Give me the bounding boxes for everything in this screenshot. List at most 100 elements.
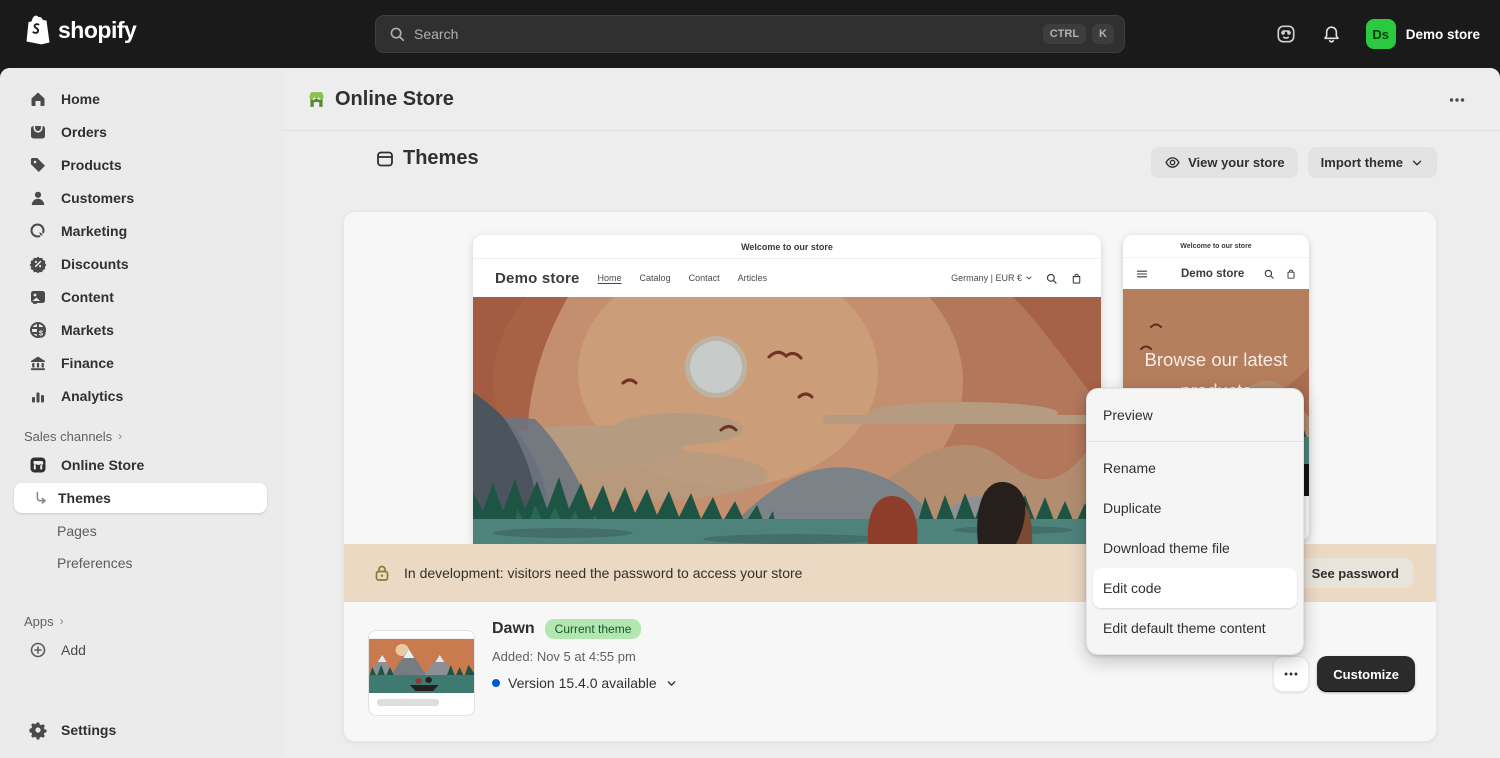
main-area: Online Store Themes View your store Im (282, 68, 1500, 758)
sidebar-item-content[interactable]: Content (0, 280, 282, 313)
products-tag-icon (28, 155, 48, 175)
lock-icon (372, 563, 392, 583)
menu-item-duplicate[interactable]: Duplicate (1093, 488, 1297, 528)
chevron-right-icon: › (118, 429, 122, 443)
chevron-down-icon (665, 677, 678, 690)
hero-illustration (473, 297, 1101, 544)
preview-store-name: Demo store (1181, 268, 1244, 280)
menu-item-preview[interactable]: Preview (1093, 395, 1297, 435)
discounts-icon (28, 254, 48, 274)
sidebar-item-customers[interactable]: Customers (0, 181, 282, 214)
chevron-right-icon: › (60, 614, 64, 628)
menu-item-download-theme-file[interactable]: Download theme file (1093, 528, 1297, 568)
preview-nav-links: Home Catalog Contact Articles (598, 273, 768, 283)
shopify-admin: shopify CTRL K (0, 0, 1500, 758)
store-name-label: Demo store (1406, 27, 1480, 42)
sidebar-item-preferences[interactable]: Preferences (0, 547, 282, 579)
announcement-bar: Welcome to our store (473, 235, 1101, 259)
search-icon (1045, 272, 1058, 285)
notifications-bell-icon[interactable] (1320, 22, 1344, 46)
sidebar-item-finance[interactable]: Finance (0, 346, 282, 379)
import-theme-button[interactable]: Import theme (1308, 147, 1437, 178)
shopify-logo[interactable]: shopify (24, 14, 136, 46)
view-your-store-button[interactable]: View your store (1151, 147, 1298, 178)
preview-nav-icons (1263, 268, 1297, 280)
preview-locale: Germany | EUR € (951, 273, 1033, 283)
thumbnail-illustration (369, 639, 474, 693)
shopify-bag-icon (24, 14, 52, 46)
sidebar-item-products[interactable]: Products (0, 148, 282, 181)
avatar: Ds (1366, 19, 1396, 49)
desktop-theme-preview[interactable]: Welcome to our store Demo store Home Cat… (473, 235, 1101, 544)
eye-icon (1164, 154, 1181, 171)
dev-mode-icon[interactable] (1274, 22, 1298, 46)
sidebar-item-markets[interactable]: $ Markets (0, 313, 282, 346)
gear-icon (28, 720, 48, 740)
corner-down-right-icon (32, 489, 50, 507)
chevron-down-icon (1410, 156, 1424, 170)
hamburger-menu-icon (1135, 267, 1149, 281)
theme-info: Dawn Current theme Added: Nov 5 at 4:55 … (492, 619, 678, 691)
header-more-button[interactable] (1441, 86, 1473, 114)
kbd-k: K (1092, 24, 1114, 44)
preview-link-contact: Contact (689, 273, 720, 283)
analytics-bars-icon (28, 386, 48, 406)
home-icon (28, 89, 48, 109)
announcement-bar: Welcome to our store (1123, 235, 1309, 257)
finance-bank-icon (28, 353, 48, 373)
menu-item-edit-default-theme-content[interactable]: Edit default theme content (1093, 608, 1297, 648)
sidebar-item-themes-selected[interactable]: Themes (14, 483, 267, 513)
thumbnail-placeholder-bar (377, 699, 439, 706)
menu-item-edit-code[interactable]: Edit code (1093, 568, 1297, 608)
sidebar-item-pages[interactable]: Pages (0, 515, 282, 547)
menu-item-rename[interactable]: Rename (1093, 448, 1297, 488)
kbd-ctrl: CTRL (1043, 24, 1086, 44)
customize-button[interactable]: Customize (1317, 656, 1415, 692)
customers-icon (28, 188, 48, 208)
topbar: shopify CTRL K (0, 0, 1500, 68)
page-title: Online Store (335, 88, 454, 111)
online-store-icon (28, 455, 48, 475)
sidebar-item-settings[interactable]: Settings (0, 713, 282, 746)
thumbnail-browser-chrome (369, 631, 474, 639)
account-menu[interactable]: Ds Demo store (1366, 19, 1480, 49)
page-header: Online Store (282, 68, 1500, 131)
content-icon (28, 287, 48, 307)
markets-globe-icon: $ (28, 320, 48, 340)
sidebar-item-home[interactable]: Home (0, 82, 282, 115)
preview-link-articles: Articles (738, 273, 768, 283)
sidebar-item-orders[interactable]: Orders (0, 115, 282, 148)
sales-channels-header[interactable]: Sales channels › (0, 424, 282, 448)
sidebar-item-online-store[interactable]: Online Store (0, 448, 282, 481)
sidebar-item-marketing[interactable]: Marketing (0, 214, 282, 247)
see-password-button[interactable]: See password (1298, 558, 1413, 588)
online-store-green-icon (306, 89, 327, 110)
theme-name: Dawn (492, 620, 535, 638)
global-search[interactable]: CTRL K (375, 15, 1125, 53)
preview-store-name: Demo store (495, 270, 580, 287)
theme-more-actions-button[interactable] (1273, 656, 1309, 692)
orders-icon (28, 122, 48, 142)
theme-actions-menu: Preview Rename Duplicate Download theme … (1086, 388, 1304, 655)
theme-version-row[interactable]: Version 15.4.0 available (492, 675, 678, 691)
topbar-right: Ds Demo store (1274, 0, 1480, 68)
theme-thumbnail[interactable] (368, 630, 475, 716)
apps-header[interactable]: Apps › (0, 609, 282, 633)
search-input[interactable] (414, 26, 1037, 42)
shopify-wordmark: shopify (58, 17, 136, 44)
plus-circle-icon (28, 640, 48, 660)
sidebar-item-discounts[interactable]: Discounts (0, 247, 282, 280)
settings-row: Settings (0, 713, 282, 746)
preview-nav: Demo store Home Catalog Contact Articles… (473, 259, 1101, 297)
banner-text: In development: visitors need the passwo… (404, 565, 802, 581)
theme-added-date: Added: Nov 5 at 4:55 pm (492, 649, 678, 664)
sidebar-item-add-app[interactable]: Add (0, 633, 282, 666)
themes-heading-row: Themes View your store Import theme (282, 131, 1500, 211)
preview-link-catalog: Catalog (640, 273, 671, 283)
search-icon (388, 25, 406, 43)
heading-actions: View your store Import theme (1151, 147, 1437, 178)
version-label: Version 15.4.0 available (508, 675, 657, 691)
sidebar-item-analytics[interactable]: Analytics (0, 379, 282, 412)
cart-bag-icon (1285, 268, 1297, 280)
preview-nav-right: Germany | EUR € (951, 272, 1083, 285)
